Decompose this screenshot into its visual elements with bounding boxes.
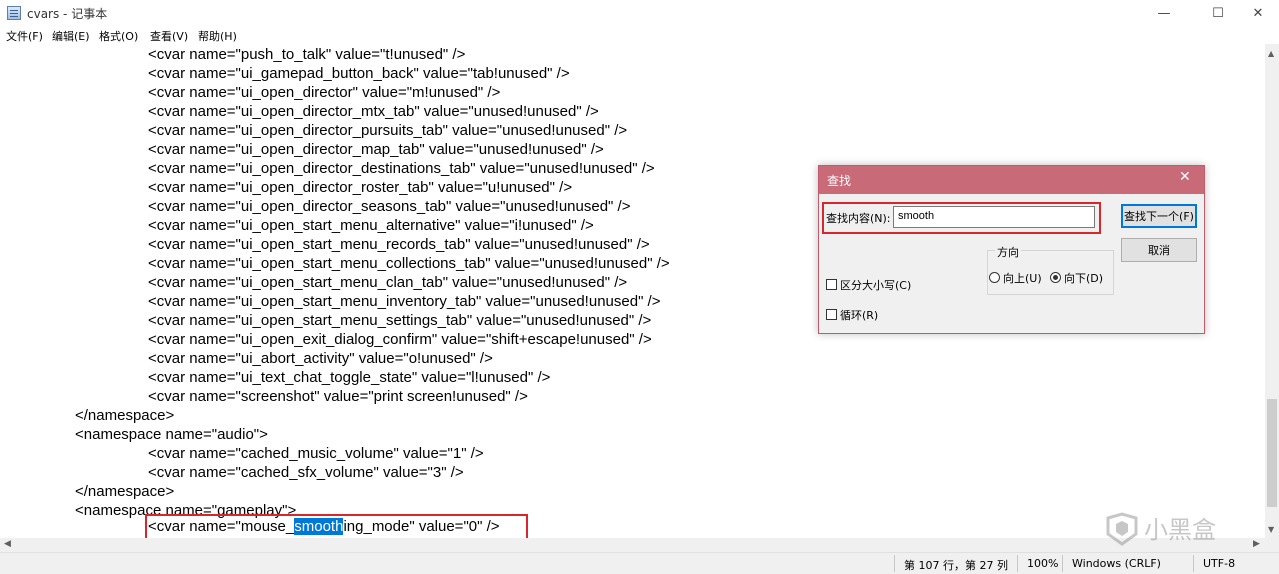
text-line: <cvar name="push_to_talk" value="t!unuse… <box>148 46 466 63</box>
status-separator <box>894 555 895 572</box>
find-dialog-close-icon[interactable]: ✕ <box>1179 169 1191 185</box>
text-line: <cvar name="ui_open_start_menu_records_t… <box>148 236 650 253</box>
text-line: <cvar name="screenshot" value="print scr… <box>148 388 528 405</box>
text-line: </namespace> <box>75 483 175 500</box>
menu-bar: 文件(F) 编辑(E) 格式(O) 查看(V) 帮助(H) <box>0 26 1279 44</box>
text-line: <cvar name="ui_open_director_roster_tab"… <box>148 179 573 196</box>
scroll-down-icon[interactable]: ▼ <box>1268 525 1274 534</box>
text-line: <cvar name="ui_open_start_menu_collectio… <box>148 255 670 272</box>
text-line: <namespace name="audio"> <box>75 426 268 443</box>
text-line: <cvar name="ui_open_director_pursuits_ta… <box>148 122 628 139</box>
text-line: </namespace> <box>75 407 175 424</box>
xiaoheihe-watermark-logo: 小黑盒 <box>1106 512 1216 546</box>
scrollbar-corner <box>1265 538 1279 552</box>
text-line: <cvar name="ui_open_director_map_tab" va… <box>148 141 604 158</box>
scroll-right-icon[interactable]: ▶ <box>1253 539 1260 549</box>
find-next-button[interactable]: 查找下一个(F) <box>1121 204 1197 228</box>
text-line: <cvar name="ui_open_start_menu_settings_… <box>148 312 652 329</box>
menu-format[interactable]: 格式(O) <box>99 28 138 44</box>
match-case-label: 区分大小写(C) <box>840 279 912 292</box>
wrap-around-checkbox[interactable] <box>826 309 837 320</box>
menu-file[interactable]: 文件(F) <box>6 28 43 44</box>
menu-view[interactable]: 查看(V) <box>150 28 188 44</box>
annotation-box-search <box>822 202 1101 234</box>
wrap-around-label: 循环(R) <box>840 309 879 322</box>
text-line: <cvar name="ui_open_start_menu_inventory… <box>148 293 661 310</box>
match-case-checkbox[interactable] <box>826 279 837 290</box>
text-line: <cvar name="ui_open_start_menu_clan_tab"… <box>148 274 628 291</box>
text-line: <cvar name="ui_open_director_seasons_tab… <box>148 198 631 215</box>
window-title: cvars - 记事本 <box>27 7 108 21</box>
vertical-scroll-thumb[interactable] <box>1267 399 1277 507</box>
horizontal-scrollbar[interactable]: ◀ ▶ <box>0 538 1265 552</box>
find-dialog-title: 查找 <box>827 174 852 188</box>
direction-down-label: 向下(D) <box>1064 272 1104 285</box>
text-line: <cvar name="cached_music_volume" value="… <box>148 445 484 462</box>
direction-down-radio[interactable] <box>1050 272 1061 283</box>
text-line: <cvar name="ui_open_director" value="m!u… <box>148 84 501 101</box>
scroll-up-icon[interactable]: ▲ <box>1268 49 1274 58</box>
vertical-scrollbar[interactable]: ▲ ▼ <box>1265 44 1279 538</box>
text-line: <cvar name="ui_open_start_menu_alternati… <box>148 217 594 234</box>
find-dialog: 查找 ✕ 查找内容(N): smooth 查找下一个(F) 取消 方向 向上(U… <box>818 165 1205 334</box>
status-separator <box>1193 555 1194 572</box>
text-line: <cvar name="ui_open_director_destination… <box>148 160 655 177</box>
menu-help[interactable]: 帮助(H) <box>198 28 237 44</box>
text-line: <cvar name="cached_sfx_volume" value="3"… <box>148 464 464 481</box>
text-line: <cvar name="ui_open_exit_dialog_confirm"… <box>148 331 652 348</box>
status-separator <box>1062 555 1063 572</box>
cursor-position: 第 107 行，第 27 列 <box>904 559 1008 572</box>
watermark-text: 小黑盒 <box>1144 516 1216 544</box>
menu-edit[interactable]: 编辑(E) <box>52 28 90 44</box>
status-bar: 第 107 行，第 27 列 100% Windows (CRLF) UTF-8 <box>0 552 1279 574</box>
title-bar: cvars - 记事本 — ☐ ✕ <box>0 0 1279 26</box>
text-line: <cvar name="ui_open_director_mtx_tab" va… <box>148 103 599 120</box>
zoom-level: 100% <box>1027 557 1059 570</box>
text-line: <cvar name="ui_text_chat_toggle_state" v… <box>148 369 551 386</box>
cancel-button[interactable]: 取消 <box>1121 238 1197 262</box>
minimize-button[interactable]: — <box>1141 0 1187 26</box>
annotation-box-line <box>145 514 528 538</box>
encoding: UTF-8 <box>1203 557 1236 570</box>
line-ending: Windows (CRLF) <box>1072 557 1161 570</box>
notepad-icon <box>7 6 21 20</box>
direction-up-label: 向上(U) <box>1003 272 1042 285</box>
direction-label: 方向 <box>995 244 1021 260</box>
scroll-left-icon[interactable]: ◀ <box>4 539 11 549</box>
text-line: <cvar name="ui_abort_activity" value="o!… <box>148 350 493 367</box>
direction-up-radio[interactable] <box>989 272 1000 283</box>
text-line: <cvar name="ui_gamepad_button_back" valu… <box>148 65 570 82</box>
status-separator <box>1017 555 1018 572</box>
close-button[interactable]: ✕ <box>1235 0 1279 26</box>
find-dialog-titlebar[interactable]: 查找 ✕ <box>819 166 1204 194</box>
